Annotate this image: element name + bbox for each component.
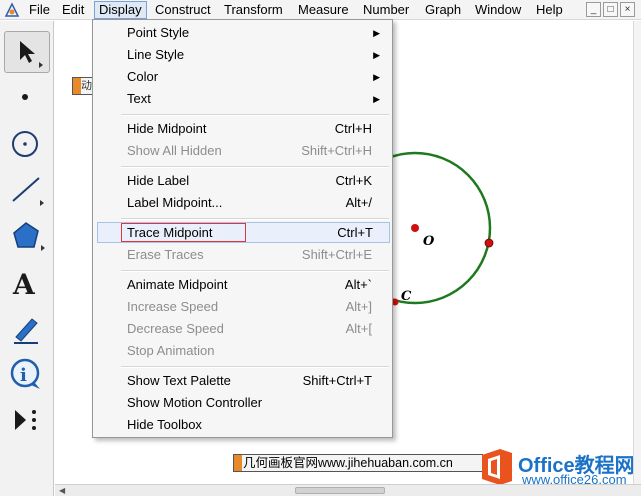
menu-item-hide-label[interactable]: Hide Label Ctrl+K (94, 170, 391, 192)
menu-item-label: Animate Midpoint (127, 277, 228, 292)
menu-item-label: Show Motion Controller (127, 395, 263, 410)
menu-separator (121, 218, 389, 220)
menu-item-label: Erase Traces (127, 247, 204, 262)
menu-item-label: Hide Label (127, 173, 190, 188)
menu-item-show-all-hidden: Show All Hidden Shift+Ctrl+H (94, 140, 391, 162)
menu-item-label: Hide Toolbox (127, 417, 202, 432)
menu-item-shortcut: Ctrl+T (337, 225, 373, 240)
menu-item-increase-speed: Increase Speed Alt+] (94, 296, 391, 318)
menu-item-label: Decrease Speed (127, 321, 224, 336)
menu-item-shortcut: Ctrl+K (335, 173, 372, 188)
menu-separator (121, 366, 389, 368)
menu-item-decrease-speed: Decrease Speed Alt+[ (94, 318, 391, 340)
menu-item-label: Line Style (127, 47, 185, 62)
menu-item-label: Text (127, 91, 151, 106)
menu-separator (121, 270, 389, 272)
menu-separator (121, 166, 389, 168)
menu-item-label: Hide Midpoint (127, 121, 207, 136)
website-caption-text: 几何画板官网www.jihehuaban.com.cn (243, 456, 453, 470)
menu-item-label: Increase Speed (127, 299, 219, 314)
menu-item-label: Color (127, 69, 159, 84)
menu-item-label: Show All Hidden (127, 143, 222, 158)
menu-item-hide-midpoint[interactable]: Hide Midpoint Ctrl+H (94, 118, 391, 140)
menu-item-shortcut: Shift+Ctrl+H (301, 143, 372, 158)
submenu-arrow-icon: ▶ (373, 94, 380, 104)
scroll-left-icon[interactable]: ◀ (59, 486, 65, 495)
menu-item-label: Point Style (127, 25, 190, 40)
menu-separator (121, 114, 389, 116)
menu-item-shortcut: Alt+[ (345, 321, 372, 336)
menu-item-text[interactable]: Text ▶ (94, 88, 391, 110)
circle-point-right[interactable] (484, 238, 494, 248)
display-menu: Point Style ▶ Line Style ▶ Color ▶ Text … (92, 19, 393, 438)
menu-item-show-motion-controller[interactable]: Show Motion Controller (94, 392, 391, 414)
menu-item-label: Show Text Palette (127, 373, 231, 388)
menu-item-animate-midpoint[interactable]: Animate Midpoint Alt+` (94, 274, 391, 296)
menu-item-erase-traces: Erase Traces Shift+Ctrl+E (94, 244, 391, 266)
menu-item-shortcut: Alt+` (344, 277, 372, 292)
scroll-thumb[interactable] (295, 487, 385, 494)
menu-item-point-style[interactable]: Point Style ▶ (94, 22, 391, 44)
caption-stripe (234, 455, 242, 471)
website-caption[interactable]: 几何画板官网www.jihehuaban.com.cn (233, 454, 483, 472)
menu-item-label: Stop Animation (127, 343, 215, 358)
menu-item-shortcut: Alt+/ (345, 195, 372, 210)
menu-item-line-style[interactable]: Line Style ▶ (94, 44, 391, 66)
office-logo-icon (482, 449, 512, 485)
menu-item-label: Label Midpoint... (127, 195, 223, 210)
menu-item-hide-toolbox[interactable]: Hide Toolbox (94, 414, 391, 436)
menu-item-shortcut: Alt+] (345, 299, 372, 314)
action-button-tag[interactable]: 动 (72, 77, 95, 95)
office-watermark: Office教程网 www.office26.com (478, 447, 638, 489)
menu-item-shortcut: Shift+Ctrl+E (301, 247, 372, 262)
label-o[interactable]: O (423, 234, 434, 249)
center-point-o[interactable] (411, 224, 419, 232)
menu-item-trace-midpoint[interactable]: Trace Midpoint Ctrl+T (97, 222, 390, 243)
label-c[interactable]: C (401, 289, 411, 304)
menu-item-shortcut: Shift+Ctrl+T (302, 373, 372, 388)
submenu-arrow-icon: ▶ (373, 28, 380, 38)
horizontal-scrollbar[interactable]: ◀ (55, 484, 641, 496)
right-edge (633, 21, 641, 484)
menu-item-show-text-palette[interactable]: Show Text Palette Shift+Ctrl+T (94, 370, 391, 392)
menu-item-label-midpoint[interactable]: Label Midpoint... Alt+/ (94, 192, 391, 214)
menu-item-shortcut: Ctrl+H (334, 121, 372, 136)
submenu-arrow-icon: ▶ (373, 50, 380, 60)
menu-item-stop-animation: Stop Animation (94, 340, 391, 362)
menu-item-label: Trace Midpoint (127, 225, 213, 240)
menu-item-color[interactable]: Color ▶ (94, 66, 391, 88)
submenu-arrow-icon: ▶ (373, 72, 380, 82)
